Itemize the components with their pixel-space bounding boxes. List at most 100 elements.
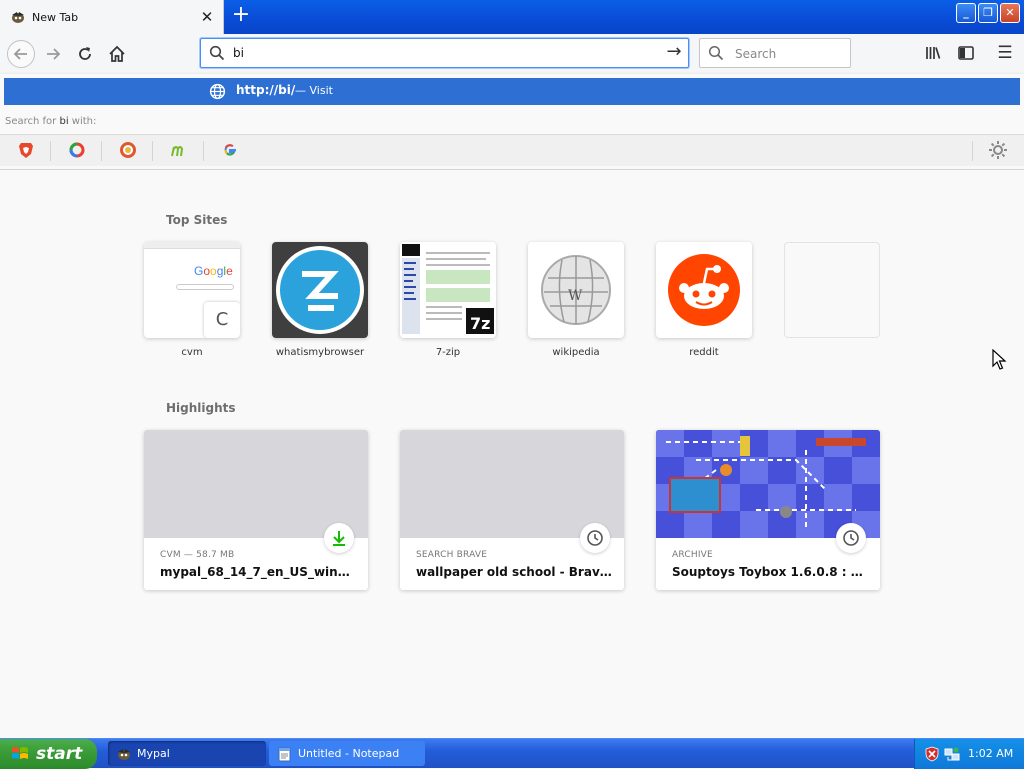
arrow-left-icon bbox=[13, 48, 27, 60]
notepad-icon bbox=[278, 747, 291, 761]
download-icon bbox=[324, 523, 354, 553]
taskbar-item-mypal[interactable]: Mypal bbox=[108, 741, 266, 766]
network-icon[interactable] bbox=[944, 746, 960, 762]
card-context: ARCHIVE bbox=[672, 550, 713, 560]
engine-separator bbox=[50, 141, 51, 161]
card-context: CVM — 58.7 MB bbox=[160, 550, 235, 560]
visit-suggestion[interactable]: http://bi/ — Visit bbox=[4, 78, 1020, 105]
clock[interactable]: 1:02 AM bbox=[968, 747, 1013, 760]
navigation-toolbar: bi → Search ☰ bbox=[0, 34, 1024, 74]
system-tray: 1:02 AM bbox=[914, 739, 1024, 769]
security-shield-icon[interactable] bbox=[924, 746, 940, 762]
qwant-icon[interactable] bbox=[68, 141, 86, 159]
highlights-title: Highlights bbox=[166, 401, 236, 415]
top-site-empty[interactable] bbox=[784, 242, 880, 347]
whatismybrowser-logo bbox=[276, 246, 364, 334]
tab-close-icon[interactable]: ✕ bbox=[197, 8, 217, 26]
highlight-card[interactable]: SEARCH BRAVE wallpaper old school - Brav… bbox=[400, 430, 624, 590]
sidebar-button[interactable] bbox=[955, 42, 977, 64]
search-icon bbox=[209, 45, 225, 61]
url-input[interactable]: bi bbox=[233, 46, 244, 60]
top-site-cvm[interactable]: Google C cvm bbox=[144, 242, 240, 358]
brave-icon[interactable] bbox=[17, 141, 35, 159]
search-bar[interactable]: Search bbox=[699, 38, 851, 68]
search-icon bbox=[708, 45, 724, 61]
top-site-label: whatismybrowser bbox=[275, 347, 365, 358]
top-site-wikipedia[interactable]: W wikipedia bbox=[528, 242, 624, 358]
taskbar: start Mypal Untitled - Notepad 1:02 AM bbox=[0, 738, 1024, 769]
top-site-reddit[interactable]: reddit bbox=[656, 242, 752, 358]
title-bar: New Tab ✕ + _ ❐ ✕ bbox=[0, 0, 1024, 34]
site-thumbnail: Google C bbox=[144, 242, 240, 338]
card-context: SEARCH BRAVE bbox=[416, 550, 488, 560]
taskbar-item-label: Mypal bbox=[137, 747, 170, 760]
google-logo: Google bbox=[194, 264, 233, 278]
google-icon[interactable] bbox=[221, 141, 239, 159]
reload-button[interactable] bbox=[73, 42, 97, 66]
close-window-button[interactable]: ✕ bbox=[1000, 3, 1020, 23]
url-bar[interactable]: bi → bbox=[200, 38, 689, 68]
new-tab-page: Top Sites Google C cvm whatismybrowser 7… bbox=[0, 170, 1024, 738]
gear-icon[interactable] bbox=[988, 140, 1008, 160]
search-with-suffix: with: bbox=[68, 116, 97, 127]
card-title: wallpaper old school - Brave Se... bbox=[416, 565, 612, 579]
minimize-button[interactable]: _ bbox=[956, 3, 976, 23]
globe-icon bbox=[209, 83, 226, 100]
reload-icon bbox=[79, 47, 91, 60]
site-thumbnail: W bbox=[528, 242, 624, 338]
top-site-label: cvm bbox=[181, 347, 203, 358]
duckduckgo-icon[interactable] bbox=[119, 141, 137, 159]
windows-flag-icon bbox=[12, 747, 28, 759]
clock-icon bbox=[580, 523, 610, 553]
home-icon bbox=[109, 45, 125, 62]
search-placeholder[interactable]: Search bbox=[735, 47, 776, 61]
card-preview bbox=[400, 430, 624, 538]
menu-button[interactable]: ☰ bbox=[994, 42, 1016, 64]
top-sites-title: Top Sites bbox=[166, 213, 228, 227]
start-button[interactable]: start bbox=[0, 739, 97, 769]
taskbar-item-label: Untitled - Notepad bbox=[298, 747, 400, 760]
site-thumbnail bbox=[656, 242, 752, 338]
tab-new-tab[interactable]: New Tab ✕ bbox=[0, 0, 224, 34]
wikipedia-globe-icon: W bbox=[541, 255, 611, 325]
taskbar-item-notepad[interactable]: Untitled - Notepad bbox=[269, 741, 425, 766]
forward-button[interactable] bbox=[41, 42, 65, 66]
visit-url: http://bi/ bbox=[236, 83, 296, 97]
engine-separator bbox=[101, 141, 102, 161]
mojeek-icon[interactable] bbox=[170, 141, 188, 159]
card-title: mypal_68_14_7_en_US_win32... bbox=[160, 565, 356, 579]
library-icon bbox=[926, 47, 941, 59]
back-button[interactable] bbox=[7, 40, 35, 68]
top-site-whatismybrowser[interactable]: whatismybrowser bbox=[272, 242, 368, 358]
site-thumbnail bbox=[272, 242, 368, 338]
site-thumbnail: 7z bbox=[400, 242, 496, 338]
search-with-term: bi bbox=[59, 116, 69, 127]
mypal-icon bbox=[12, 12, 24, 23]
arrow-right-icon bbox=[47, 48, 61, 60]
engine-separator bbox=[203, 141, 204, 161]
home-button[interactable] bbox=[105, 42, 129, 66]
new-tab-button[interactable]: + bbox=[230, 4, 252, 28]
engine-separator bbox=[152, 141, 153, 161]
clock-icon bbox=[836, 523, 866, 553]
maximize-button[interactable]: ❐ bbox=[978, 3, 998, 23]
start-label: start bbox=[36, 744, 83, 764]
sidebar-icon bbox=[958, 46, 974, 60]
mouse-cursor-icon bbox=[992, 349, 1007, 370]
search-with-prefix: Search for bbox=[5, 116, 60, 127]
tab-title: New Tab bbox=[32, 10, 79, 24]
site-thumbnail bbox=[784, 242, 880, 338]
toybox-preview-image bbox=[656, 430, 880, 538]
top-site-7-zip[interactable]: 7z 7-zip bbox=[400, 242, 496, 358]
library-button[interactable] bbox=[922, 42, 944, 64]
visit-action: — Visit bbox=[295, 84, 333, 97]
card-preview bbox=[144, 430, 368, 538]
svg-text:W: W bbox=[568, 288, 583, 304]
go-arrow-icon[interactable]: → bbox=[664, 43, 684, 63]
highlight-card[interactable]: ARCHIVE Souptoys Toybox 1.6.0.8 : The S.… bbox=[656, 430, 880, 590]
autocomplete-popup: http://bi/ — Visit Search for bi with: bbox=[0, 74, 1024, 170]
highlight-card[interactable]: CVM — 58.7 MB mypal_68_14_7_en_US_win32.… bbox=[144, 430, 368, 590]
search-with-label: Search for bi with: bbox=[5, 116, 96, 127]
engine-separator bbox=[972, 141, 973, 161]
site-letter-icon: C bbox=[204, 302, 240, 338]
